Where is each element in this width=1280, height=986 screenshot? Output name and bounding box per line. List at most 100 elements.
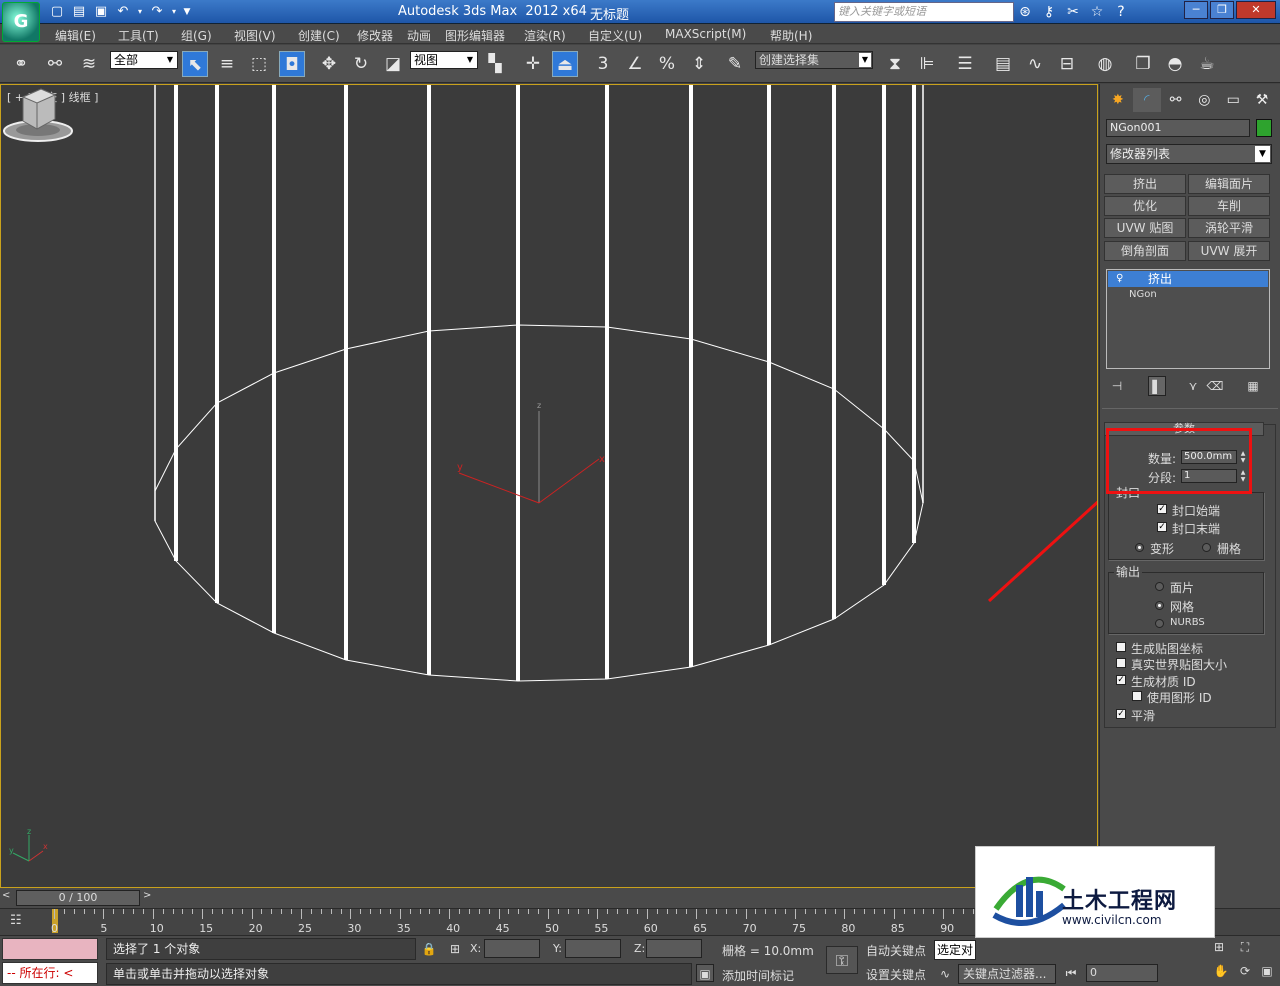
unlink-icon[interactable]: ⚯ [42, 51, 68, 77]
z-coord-field[interactable] [646, 939, 702, 958]
time-slider-thumb[interactable]: 0 / 100 [16, 890, 140, 906]
restore-button[interactable]: ❐ [1210, 1, 1234, 19]
object-name-field[interactable]: NGon001 [1106, 119, 1250, 137]
undo-dropdown-icon[interactable]: ▾ [136, 3, 144, 21]
select-by-name-icon[interactable]: ≡ [214, 51, 240, 77]
binoculars-icon[interactable]: ⊛ [1016, 3, 1034, 21]
grid-radio[interactable] [1202, 543, 1211, 552]
nurbs-radio[interactable] [1155, 619, 1164, 628]
redo-dropdown-icon[interactable]: ▾ [170, 3, 178, 21]
layer-manager-icon[interactable]: ☰ [952, 51, 978, 77]
bind-spacewarp-icon[interactable]: ≋ [76, 51, 102, 77]
maxscript-mini-listener[interactable] [2, 938, 98, 960]
zoom-all-icon[interactable]: ⛶ [1236, 938, 1254, 956]
set-key-button[interactable]: 设置关键点 [866, 966, 926, 983]
viewcube[interactable] [1, 85, 75, 147]
configure-sets-icon[interactable]: ▦ [1244, 376, 1262, 396]
menu-help[interactable]: 帮助(H) [770, 27, 812, 44]
undo-icon[interactable]: ↶ [114, 3, 132, 21]
graphite-tools-icon[interactable]: ▤ [990, 51, 1016, 77]
lightbulb-icon[interactable]: ♀ [1116, 271, 1123, 287]
manipulate-icon[interactable]: ✛ [520, 51, 546, 77]
tools-icon[interactable]: ✂ [1064, 3, 1082, 21]
go-to-start-icon[interactable]: ⏮ [1062, 964, 1080, 982]
move-icon[interactable]: ✥ [316, 51, 342, 77]
y-coord-field[interactable] [565, 939, 621, 958]
current-frame-field[interactable]: 0 [1086, 964, 1158, 982]
search-input[interactable]: 键入关键字或短语 [834, 2, 1014, 22]
lock-icon[interactable]: 🔒 [420, 940, 438, 958]
hierarchy-tab-icon[interactable]: ⚯ [1162, 88, 1190, 112]
object-color-swatch[interactable] [1256, 119, 1272, 137]
window-crossing-icon[interactable]: ◘ [279, 51, 305, 77]
render-setup-icon[interactable]: ❐ [1130, 51, 1156, 77]
create-tab-icon[interactable]: ✸ [1104, 88, 1132, 112]
snap-toggle-icon[interactable]: 3 [590, 51, 616, 77]
render-frame-icon[interactable]: ◓ [1162, 51, 1188, 77]
menu-maxscript[interactable]: MAXScript(M) [665, 27, 746, 41]
front-viewport[interactable]: [ + ] 正交 ] 线框 ] [0, 84, 1098, 888]
rotate-icon[interactable]: ↻ [348, 51, 374, 77]
remove-modifier-icon[interactable]: ⌫ [1206, 376, 1224, 396]
zoom-icon[interactable]: ⊞ [1210, 938, 1228, 956]
gen-map-coords-checkbox[interactable] [1116, 642, 1126, 652]
gen-material-id-checkbox[interactable]: ✓ [1116, 675, 1126, 685]
app-logo-icon[interactable]: G [2, 2, 40, 42]
smooth-checkbox[interactable]: ✓ [1116, 709, 1126, 719]
maximize-viewport-icon[interactable]: ▣ [1258, 962, 1276, 980]
help-icon[interactable]: ? [1112, 3, 1130, 21]
pan-icon[interactable]: ✋ [1212, 962, 1230, 980]
spinner-snap-icon[interactable]: ⇕ [686, 51, 712, 77]
pin-stack-icon[interactable]: ⊣ [1108, 376, 1126, 396]
save-file-icon[interactable]: ▣ [92, 3, 110, 21]
key-mode-icon[interactable]: ∿ [936, 965, 954, 983]
select-object-icon[interactable]: ⬉ [182, 51, 208, 77]
named-selection-dropdown[interactable]: 创建选择集 ▼ [755, 51, 873, 69]
time-next-icon[interactable]: > [143, 890, 155, 906]
morph-radio[interactable] [1135, 543, 1144, 552]
rect-selection-icon[interactable]: ⬚ [246, 51, 272, 77]
new-file-icon[interactable]: ▢ [48, 3, 66, 21]
modifier-button-uvw-map[interactable]: UVW 贴图 [1104, 218, 1186, 238]
open-file-icon[interactable]: ▤ [70, 3, 88, 21]
menu-create[interactable]: 创建(C) [298, 27, 340, 44]
menu-animation[interactable]: 动画 [407, 27, 431, 44]
orbit-icon[interactable]: ⟳ [1236, 962, 1254, 980]
menu-views[interactable]: 视图(V) [234, 27, 276, 44]
listener-output[interactable]: -- 所在行: < [2, 962, 98, 984]
menu-tools[interactable]: 工具(T) [118, 27, 159, 44]
percent-snap-icon[interactable]: % [654, 51, 680, 77]
menu-customize[interactable]: 自定义(U) [588, 27, 642, 44]
make-unique-icon[interactable]: ⋎ [1184, 376, 1202, 396]
close-button[interactable]: ✕ [1236, 1, 1276, 19]
time-prev-icon[interactable]: < [2, 890, 16, 906]
angle-snap-icon[interactable]: ∠ [622, 51, 648, 77]
qat-menu-icon[interactable]: ▼ [182, 3, 192, 21]
menu-group[interactable]: 组(G) [181, 27, 212, 44]
stack-item-extrude[interactable]: ♀ 挤出 [1108, 271, 1268, 287]
patch-radio[interactable] [1155, 582, 1164, 591]
modifier-button-bevel-profile[interactable]: 倒角剖面 [1104, 241, 1186, 261]
set-key-icon[interactable]: ⚿ [826, 946, 858, 974]
mini-curve-editor-icon[interactable]: ☷ [10, 913, 32, 931]
cap-start-checkbox[interactable]: ✓ [1157, 504, 1167, 514]
use-shape-id-checkbox[interactable] [1132, 691, 1142, 701]
modifier-button-edit-patch[interactable]: 编辑面片 [1188, 174, 1270, 194]
modify-tab-icon[interactable]: ◜ [1132, 88, 1161, 112]
key-icon[interactable]: ⚷ [1040, 3, 1058, 21]
add-time-tag-button[interactable]: 添加时间标记 [722, 967, 794, 984]
selected-dropdown[interactable]: 选定对 [934, 940, 976, 960]
modifier-button-optimize[interactable]: 优化 [1104, 196, 1186, 216]
star-icon[interactable]: ☆ [1088, 3, 1106, 21]
x-coord-field[interactable] [484, 939, 540, 958]
mesh-radio[interactable] [1155, 601, 1164, 610]
modifier-button-turbosmooth[interactable]: 涡轮平滑 [1188, 218, 1270, 238]
selection-filter-dropdown[interactable]: 全部 ▼ [110, 51, 178, 69]
render-production-icon[interactable]: ☕ [1194, 51, 1220, 77]
cap-end-checkbox[interactable]: ✓ [1157, 522, 1167, 532]
pivot-center-icon[interactable]: ▚ [482, 51, 508, 77]
modifier-button-lathe[interactable]: 车削 [1188, 196, 1270, 216]
edit-named-sel-icon[interactable]: ✎ [722, 51, 748, 77]
auto-key-button[interactable]: 自动关键点 [866, 942, 926, 959]
motion-tab-icon[interactable]: ◎ [1190, 88, 1218, 112]
